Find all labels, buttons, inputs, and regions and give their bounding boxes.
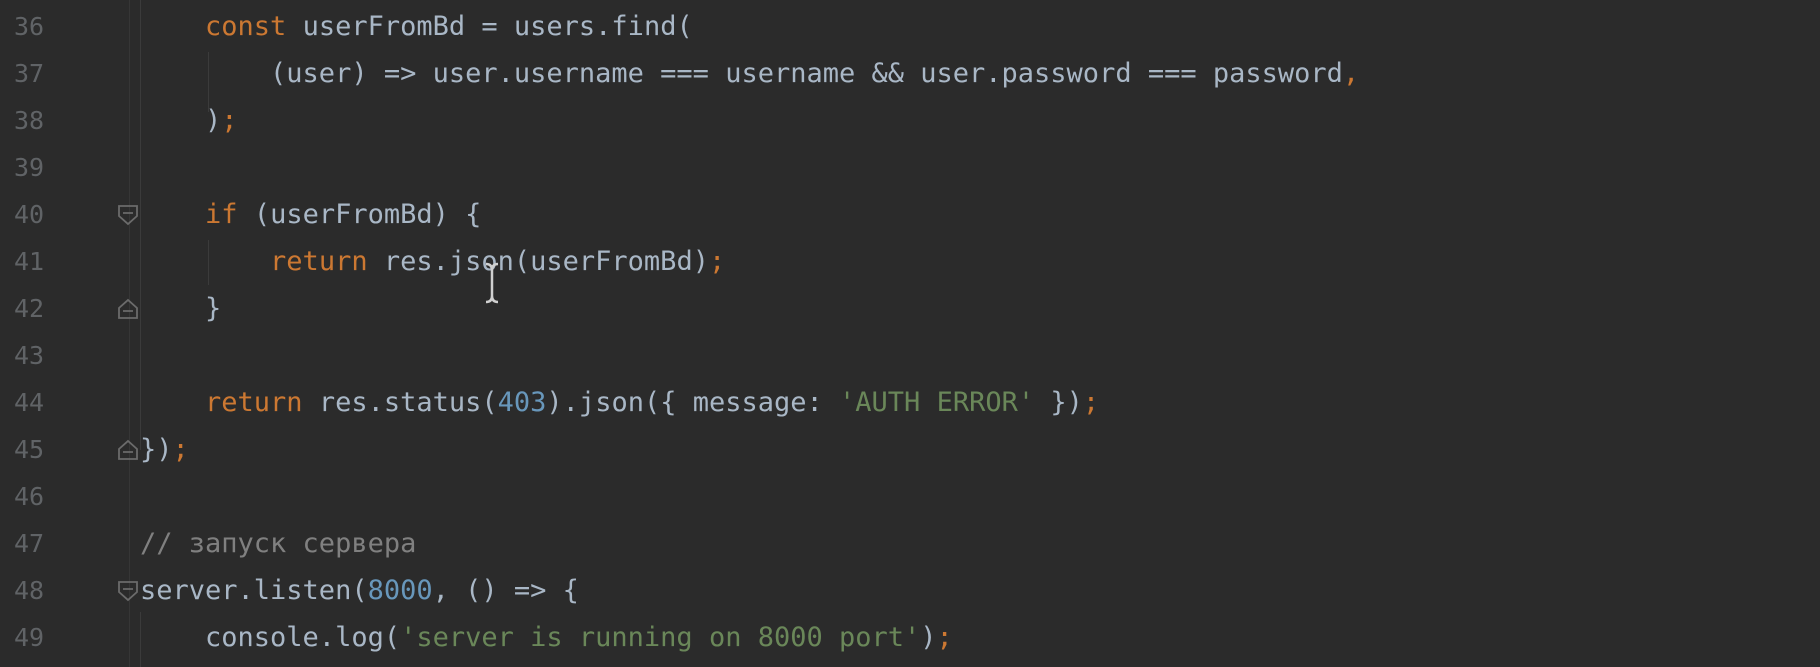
code-token: }) <box>140 434 173 465</box>
code-line[interactable]: 42 } <box>0 285 1820 332</box>
code-token: }) <box>1034 387 1083 418</box>
code-line[interactable]: 37 (user) => user.username === username … <box>0 50 1820 97</box>
line-number: 44 <box>14 388 45 417</box>
code-token: res.json(userFromBd) <box>383 246 709 277</box>
line-number: 47 <box>14 529 45 558</box>
line-number: 43 <box>14 341 45 370</box>
code-text[interactable]: server.listen(8000, () => { <box>140 567 579 614</box>
code-text[interactable]: console.log('server is running on 8000 p… <box>140 614 953 661</box>
code-token: 8000 <box>367 575 433 606</box>
code-text[interactable]: (user) => user.username === username && … <box>140 50 1359 97</box>
fold-open-icon[interactable] <box>117 580 139 602</box>
code-text[interactable]: ); <box>140 97 238 144</box>
line-number: 42 <box>14 294 45 323</box>
code-text[interactable]: } <box>140 285 221 332</box>
code-token: const <box>205 11 303 42</box>
text-cursor-icon <box>485 262 499 304</box>
code-token: return <box>270 246 384 277</box>
line-number: 46 <box>14 482 45 511</box>
code-token: , () => { <box>432 575 579 606</box>
code-token: ; <box>1082 387 1100 418</box>
code-token: ; <box>936 622 953 653</box>
code-token: , <box>1342 58 1360 89</box>
code-token: // запуск сервера <box>140 528 417 559</box>
code-token: 'AUTH ERROR' <box>839 387 1035 418</box>
code-token: (user) => user.username === username && … <box>140 58 1343 89</box>
code-line[interactable]: 39 <box>0 144 1820 191</box>
code-line[interactable]: 41 return res.json(userFromBd); <box>0 238 1820 285</box>
code-text[interactable]: // запуск сервера <box>140 520 416 567</box>
fold-open-icon[interactable] <box>117 204 139 226</box>
code-token: 'server is running on 8000 port' <box>400 622 921 653</box>
code-text[interactable]: return res.json(userFromBd); <box>140 238 725 285</box>
code-token: 403 <box>497 387 547 418</box>
code-text[interactable]: const userFromBd = users.find( <box>140 3 693 50</box>
fold-close-icon[interactable] <box>117 298 139 320</box>
code-token: ; <box>708 246 726 277</box>
line-number: 49 <box>14 623 45 652</box>
fold-close-icon[interactable] <box>117 439 139 461</box>
line-number: 41 <box>14 247 45 276</box>
code-line[interactable]: 49 console.log('server is running on 800… <box>0 614 1820 661</box>
code-text[interactable]: if (userFromBd) { <box>140 191 481 238</box>
code-token: (userFromBd) { <box>253 199 482 230</box>
code-token: ; <box>221 105 238 136</box>
line-number: 48 <box>14 576 45 605</box>
code-line[interactable]: 40 if (userFromBd) { <box>0 191 1820 238</box>
code-line[interactable]: 47 // запуск сервера <box>0 520 1820 567</box>
code-token: server.listen( <box>140 575 368 606</box>
line-number: 37 <box>14 59 45 88</box>
code-line[interactable]: 36 const userFromBd = users.find( <box>0 3 1820 50</box>
code-token: return <box>205 387 319 418</box>
code-token: ).json({ message: <box>546 387 840 418</box>
code-token: ; <box>172 434 189 465</box>
code-line[interactable]: 43 <box>0 332 1820 379</box>
code-line[interactable]: 38 ); <box>0 97 1820 144</box>
code-token: ) <box>205 105 222 136</box>
code-line[interactable]: 45}); <box>0 426 1820 473</box>
code-token: res.status( <box>318 387 498 418</box>
code-token: } <box>140 293 222 324</box>
code-token: console.log( <box>140 622 401 653</box>
code-editor[interactable]: 36 const userFromBd = users.find(37 (use… <box>0 0 1820 667</box>
line-number: 36 <box>14 12 45 41</box>
code-token: if <box>205 199 254 230</box>
code-line[interactable]: 46 <box>0 473 1820 520</box>
code-text[interactable]: }); <box>140 426 189 473</box>
code-line[interactable]: 48 server.listen(8000, () => { <box>0 567 1820 614</box>
line-number: 45 <box>14 435 45 464</box>
line-number: 38 <box>14 106 45 135</box>
code-token: userFromBd = users.find( <box>302 11 693 42</box>
code-text[interactable]: return res.status(403).json({ message: '… <box>140 379 1099 426</box>
code-token: ) <box>920 622 937 653</box>
line-number: 39 <box>14 153 45 182</box>
code-line[interactable]: 44 return res.status(403).json({ message… <box>0 379 1820 426</box>
line-number: 40 <box>14 200 45 229</box>
